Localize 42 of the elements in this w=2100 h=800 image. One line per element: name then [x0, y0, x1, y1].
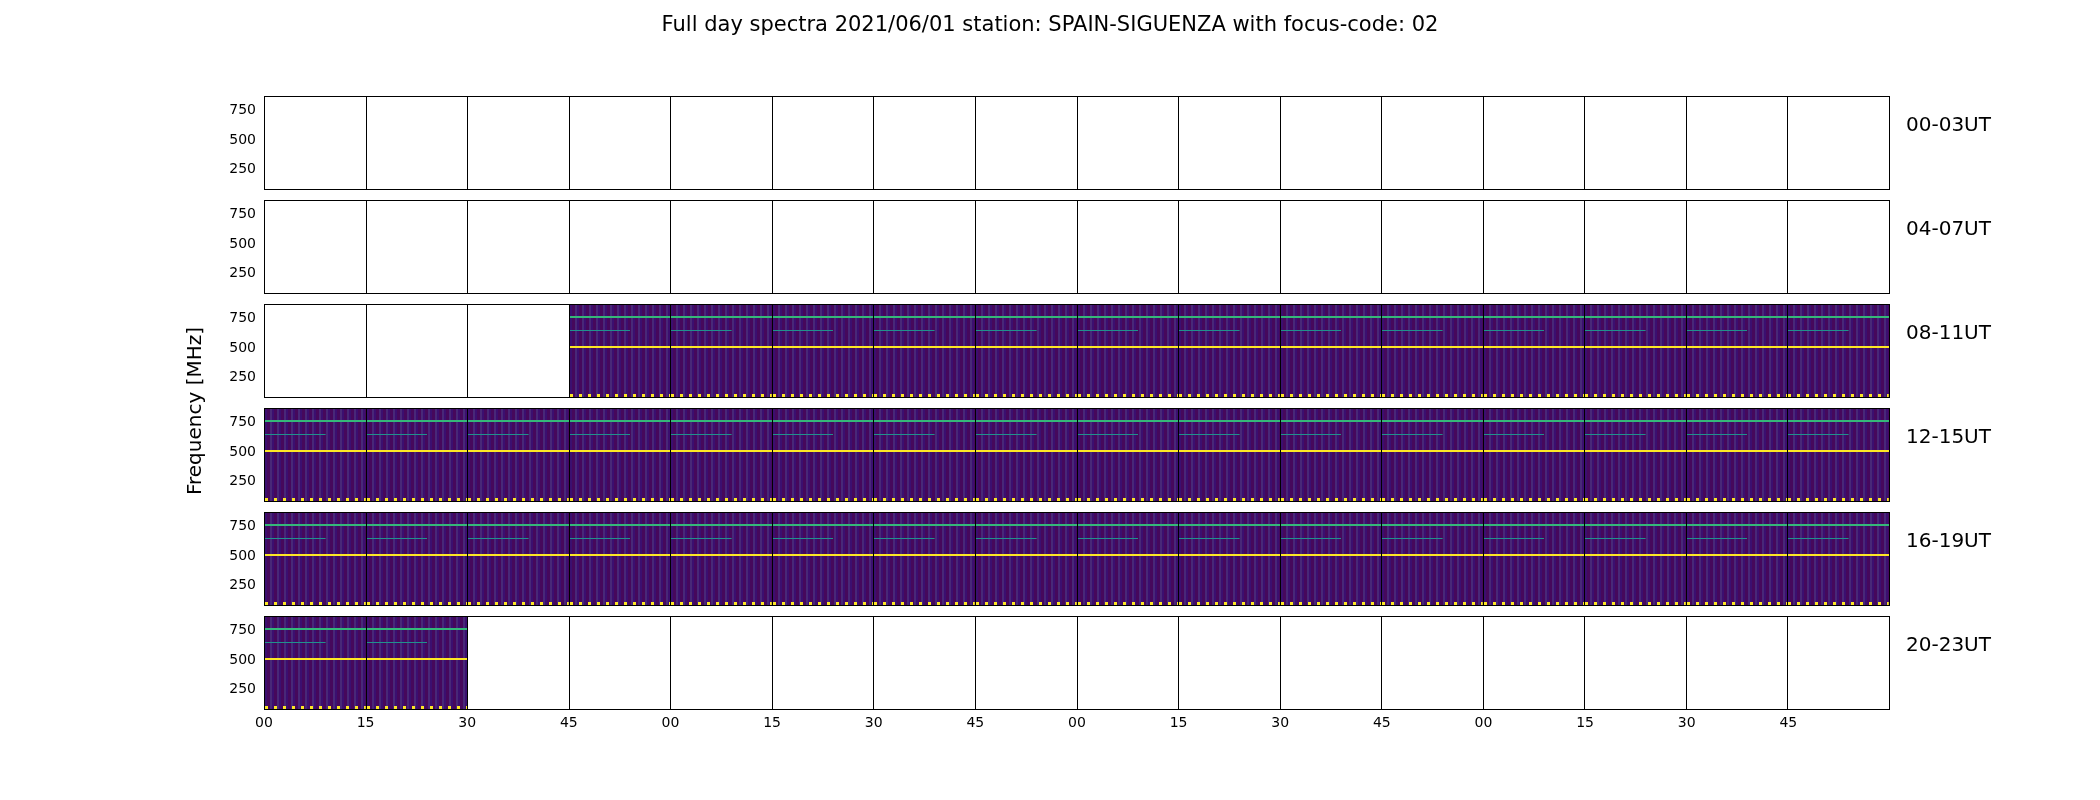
y-tick-label: 750	[229, 413, 256, 430]
x-tick-label: 00	[1068, 714, 1086, 730]
x-tick-label: 45	[1372, 714, 1391, 730]
y-tick-label: 500	[229, 338, 256, 355]
y-tick-label: 250	[229, 472, 256, 489]
x-tick-label: 30	[864, 714, 883, 730]
x-tick-label: 00	[255, 714, 273, 730]
row-label: 00-03UT	[1906, 112, 1991, 136]
y-tick-label: 750	[229, 205, 256, 222]
x-tick-label: 45	[559, 714, 578, 730]
row-label: 12-15UT	[1906, 424, 1991, 448]
figure-title: Full day spectra 2021/06/01 station: SPAIN-SIGUENZA with focus-code: 02	[660, 11, 1440, 38]
x-tick-label: 30	[1271, 714, 1290, 730]
y-tick-label: 500	[229, 650, 256, 667]
row-label: 20-23UT	[1906, 632, 1991, 656]
y-tick-label: 750	[229, 517, 256, 534]
x-tick-label: 30	[458, 714, 477, 730]
x-tick-label: 15	[1576, 714, 1595, 730]
y-tick-label: 250	[229, 680, 256, 697]
y-tick-label: 500	[229, 234, 256, 251]
y-tick-label: 250	[229, 160, 256, 177]
y-tick-label: 250	[229, 264, 256, 281]
y-tick-label: 500	[229, 546, 256, 563]
y-axis-label: Frequency [MHz]	[182, 326, 206, 496]
row-label: 16-19UT	[1906, 528, 1991, 552]
y-tick-label: 500	[229, 130, 256, 147]
y-tick-label: 750	[229, 309, 256, 326]
y-tick-label: 750	[229, 621, 256, 638]
x-tick-label: 00	[661, 714, 680, 730]
row-label: 04-07UT	[1906, 216, 1991, 240]
x-tick-label: 45	[966, 714, 985, 730]
y-tick-label: 500	[229, 442, 256, 459]
x-tick-label: 15	[763, 714, 782, 730]
x-tick-label: 00	[1474, 714, 1493, 730]
x-tick-label: 15	[1169, 714, 1188, 730]
x-tick-label: 45	[1779, 714, 1798, 730]
x-tick-label: 30	[1677, 714, 1696, 730]
x-tick-label: 15	[356, 714, 375, 730]
y-tick-label: 250	[229, 576, 256, 593]
y-tick-label: 250	[229, 368, 256, 385]
row-label: 08-11UT	[1906, 320, 1991, 344]
y-tick-label: 750	[229, 101, 256, 118]
